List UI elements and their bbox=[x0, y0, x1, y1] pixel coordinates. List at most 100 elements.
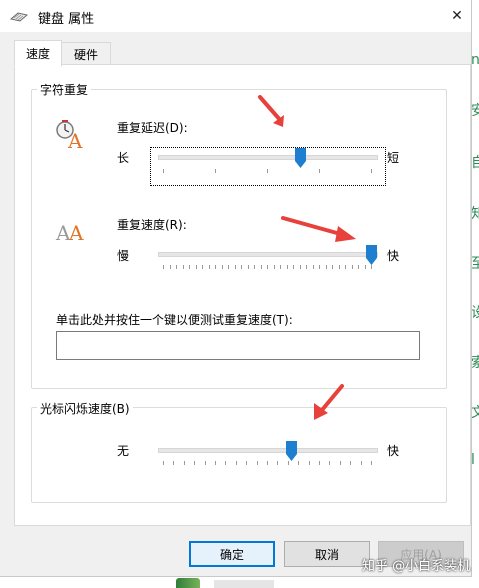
slider-tick bbox=[163, 265, 164, 269]
ok-button[interactable]: 确定 bbox=[189, 541, 275, 567]
background-strip bbox=[471, 0, 479, 588]
slider-tick bbox=[183, 461, 185, 465]
repeat-delay-focus-rect bbox=[150, 147, 386, 186]
slider-tick bbox=[351, 265, 353, 269]
annotation-arrow bbox=[314, 384, 344, 420]
tab-speed-label: 速度 bbox=[25, 47, 50, 61]
background-side-char: n bbox=[471, 52, 479, 68]
background-side-char: 自 bbox=[471, 155, 479, 171]
slider-tick bbox=[221, 265, 223, 269]
slider-tick bbox=[277, 461, 279, 465]
title-bar: 键盘 属性 ✕ bbox=[0, 0, 471, 32]
background-text-stripe bbox=[214, 580, 274, 588]
cursor-blink-legend: 光标闪烁速度(B) bbox=[37, 400, 133, 417]
slider-tick bbox=[308, 461, 310, 465]
slider-tick bbox=[204, 461, 206, 465]
svg-text:A: A bbox=[67, 129, 83, 150]
background-app-icon bbox=[176, 578, 200, 588]
repeat-test-label: 单击此处并按住一个键以便测试重复速度(T): bbox=[56, 313, 293, 327]
slider-tick bbox=[215, 265, 216, 269]
repeat-rate-label: 重复速度(R): bbox=[117, 218, 187, 232]
slider-tick bbox=[364, 265, 366, 269]
slider-tick bbox=[371, 461, 372, 465]
slider-tick bbox=[195, 265, 197, 269]
repeat-delay-track[interactable] bbox=[158, 155, 378, 160]
tab-speed[interactable]: 速度 bbox=[14, 40, 62, 67]
slider-tick bbox=[350, 461, 352, 465]
slider-tick bbox=[208, 265, 210, 269]
keyboard-icon bbox=[10, 12, 28, 22]
slider-tick bbox=[241, 265, 242, 269]
slider-tick bbox=[215, 461, 216, 465]
slider-tick bbox=[215, 169, 216, 173]
slider-tick bbox=[260, 265, 262, 269]
slider-tick bbox=[267, 169, 268, 173]
slider-tick bbox=[325, 265, 327, 269]
cursor-blink-track[interactable] bbox=[158, 448, 378, 453]
repeat-delay-short-label: 短 bbox=[387, 151, 400, 165]
slider-tick bbox=[234, 265, 236, 269]
slider-tick bbox=[371, 169, 372, 173]
cancel-button[interactable]: 取消 bbox=[284, 541, 370, 567]
close-button[interactable]: ✕ bbox=[444, 2, 470, 30]
slider-tick bbox=[163, 461, 164, 465]
slider-tick bbox=[319, 169, 320, 173]
slider-tick bbox=[299, 265, 301, 269]
slider-tick bbox=[256, 461, 258, 465]
background-side-char: 至 bbox=[471, 256, 479, 272]
slider-tick bbox=[287, 461, 289, 465]
slider-tick bbox=[280, 265, 281, 269]
slider-tick bbox=[286, 265, 288, 269]
window-title: 键盘 属性 bbox=[38, 12, 95, 27]
svg-text:A: A bbox=[68, 221, 84, 244]
repeat-test-input[interactable] bbox=[56, 331, 420, 360]
background-side-char: 安 bbox=[471, 103, 479, 119]
watermark: 知乎 @小白系装机 bbox=[362, 559, 471, 574]
tab-hardware[interactable]: 硬件 bbox=[61, 42, 111, 66]
background-side-char: 文 bbox=[471, 405, 479, 421]
slider-tick bbox=[358, 265, 359, 269]
slider-tick bbox=[176, 265, 177, 269]
slider-tick bbox=[332, 265, 333, 269]
repeat-delay-slider-thumb[interactable] bbox=[294, 148, 306, 168]
slider-tick bbox=[246, 461, 248, 465]
cursor-blink-none-label: 无 bbox=[117, 444, 130, 458]
cancel-button-label: 取消 bbox=[314, 547, 339, 562]
cursor-blink-fast-label: 快 bbox=[387, 444, 400, 458]
repeat-rate-fast-label: 快 bbox=[387, 249, 400, 263]
slider-tick bbox=[173, 461, 175, 465]
slider-tick bbox=[293, 265, 294, 269]
repeat-rate-track[interactable] bbox=[158, 252, 378, 257]
cursor-blink-slider-thumb[interactable] bbox=[286, 441, 298, 461]
character-repeat-legend: 字符重复 bbox=[37, 81, 92, 98]
slider-tick bbox=[298, 461, 300, 465]
keyboard-properties-dialog: 键盘 属性 ✕ 速度 硬件 字符重复 A 重复延迟(D): 长 短 A A 重复… bbox=[0, 0, 472, 577]
repeat-delay-label: 重复延迟(D): bbox=[117, 121, 188, 135]
slider-tick bbox=[254, 265, 255, 269]
repeat-rate-slow-label: 慢 bbox=[117, 249, 130, 263]
background-side-char: 知 bbox=[471, 206, 479, 222]
slider-tick bbox=[329, 461, 331, 465]
slider-tick bbox=[273, 265, 275, 269]
slider-tick bbox=[312, 265, 314, 269]
slider-tick bbox=[345, 265, 346, 269]
slider-tick bbox=[319, 265, 320, 269]
slider-tick bbox=[189, 265, 190, 269]
slider-tick bbox=[235, 461, 237, 465]
ok-button-label: 确定 bbox=[219, 547, 244, 562]
slider-tick bbox=[169, 265, 171, 269]
slider-tick bbox=[225, 461, 227, 465]
slider-tick bbox=[163, 169, 164, 173]
annotation-arrow bbox=[258, 95, 284, 127]
slider-tick bbox=[339, 461, 341, 465]
slider-tick bbox=[338, 265, 340, 269]
repeat-rate-slider-thumb[interactable] bbox=[365, 245, 377, 265]
repeat-delay-long-label: 长 bbox=[117, 151, 130, 165]
repeat-delay-icon: A bbox=[56, 120, 83, 150]
slider-tick bbox=[267, 461, 268, 465]
slider-tick bbox=[319, 461, 320, 465]
background-side-char: 设 bbox=[471, 305, 479, 321]
slider-tick bbox=[267, 265, 268, 269]
slider-tick bbox=[228, 265, 229, 269]
repeat-rate-icon: A A bbox=[55, 221, 84, 244]
